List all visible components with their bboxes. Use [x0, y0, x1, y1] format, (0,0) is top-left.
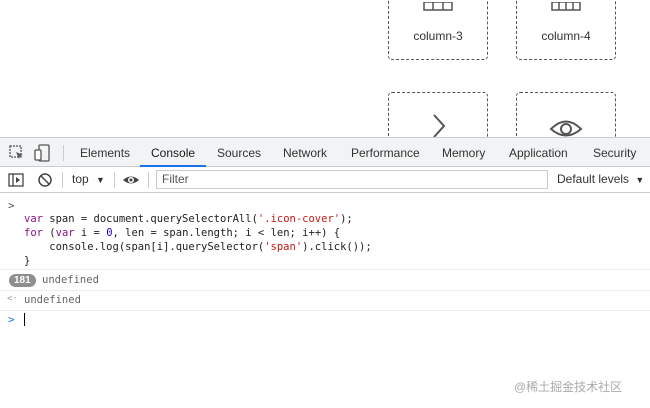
watermark: @稀土掘金技术社区 [514, 380, 623, 394]
tab-performance[interactable]: Performance [351, 138, 420, 167]
page-content: column-3 column-4 [0, 0, 650, 137]
log-levels-dropdown[interactable]: Default levels ▼ [557, 172, 644, 186]
context-selector[interactable]: top ▼ [72, 172, 105, 186]
sidebar-toggle-icon[interactable] [7, 171, 25, 189]
console-divider [0, 269, 650, 270]
code-line: for (var i = 0, len = span.length; i < l… [24, 227, 341, 239]
chevron-right-icon [389, 111, 487, 137]
icon-card-label: column-3 [413, 29, 463, 43]
column-table-icon [389, 0, 487, 17]
toolbar-divider [114, 172, 115, 188]
eye-icon [517, 111, 615, 137]
active-prompt-icon: > [8, 313, 15, 326]
result-arrow-icon: <· [7, 294, 18, 304]
icon-card-label: column-4 [541, 29, 591, 43]
device-toolbar-icon[interactable] [34, 144, 52, 162]
console-toolbar: top ▼ Filter Default levels ▼ [0, 167, 650, 193]
log-message: undefined [42, 274, 99, 286]
console-log-row: 181 undefined [0, 274, 650, 288]
code-line: } [24, 255, 31, 267]
chevron-down-icon: ▼ [635, 175, 645, 185]
console-divider [0, 290, 650, 291]
tab-sources[interactable]: Sources [217, 138, 261, 167]
devtools-panel: Elements Console Sources Network Perform… [0, 137, 650, 408]
tabbar-divider [63, 145, 64, 161]
console-input-caret[interactable] [24, 313, 25, 326]
icon-card-arrow[interactable] [388, 92, 488, 137]
tab-network[interactable]: Network [283, 138, 327, 167]
icon-card-column-3[interactable]: column-3 [388, 0, 488, 60]
toolbar-divider [62, 172, 63, 188]
tab-console[interactable]: Console [140, 138, 207, 167]
console-divider [0, 310, 650, 311]
filter-input[interactable]: Filter [156, 170, 548, 189]
tab-memory[interactable]: Memory [442, 138, 485, 167]
eye-icon[interactable] [122, 171, 140, 189]
chevron-down-icon: ▼ [96, 175, 105, 185]
tab-application[interactable]: Application [509, 138, 568, 167]
toolbar-divider [148, 172, 149, 188]
context-label: top [72, 172, 89, 186]
tab-elements[interactable]: Elements [80, 138, 130, 167]
log-levels-label: Default levels [557, 172, 630, 186]
result-value: undefined [24, 294, 81, 306]
column-table-icon [517, 0, 615, 17]
code-line: var span = document.querySelectorAll('.i… [24, 213, 353, 225]
code-line: console.log(span[i].querySelector('span'… [24, 241, 372, 253]
icon-card-eye[interactable] [516, 92, 616, 137]
clear-console-icon[interactable] [36, 171, 54, 189]
tab-security[interactable]: Security [593, 138, 636, 167]
repeat-count-badge: 181 [9, 274, 36, 287]
console-output: > var span = document.querySelectorAll('… [0, 193, 650, 408]
input-prompt-icon: > [8, 199, 15, 212]
devtools-tabbar: Elements Console Sources Network Perform… [0, 137, 650, 167]
inspect-element-icon[interactable] [8, 144, 26, 162]
console-result-row: <· undefined [0, 294, 650, 308]
icon-card-column-4[interactable]: column-4 [516, 0, 616, 60]
